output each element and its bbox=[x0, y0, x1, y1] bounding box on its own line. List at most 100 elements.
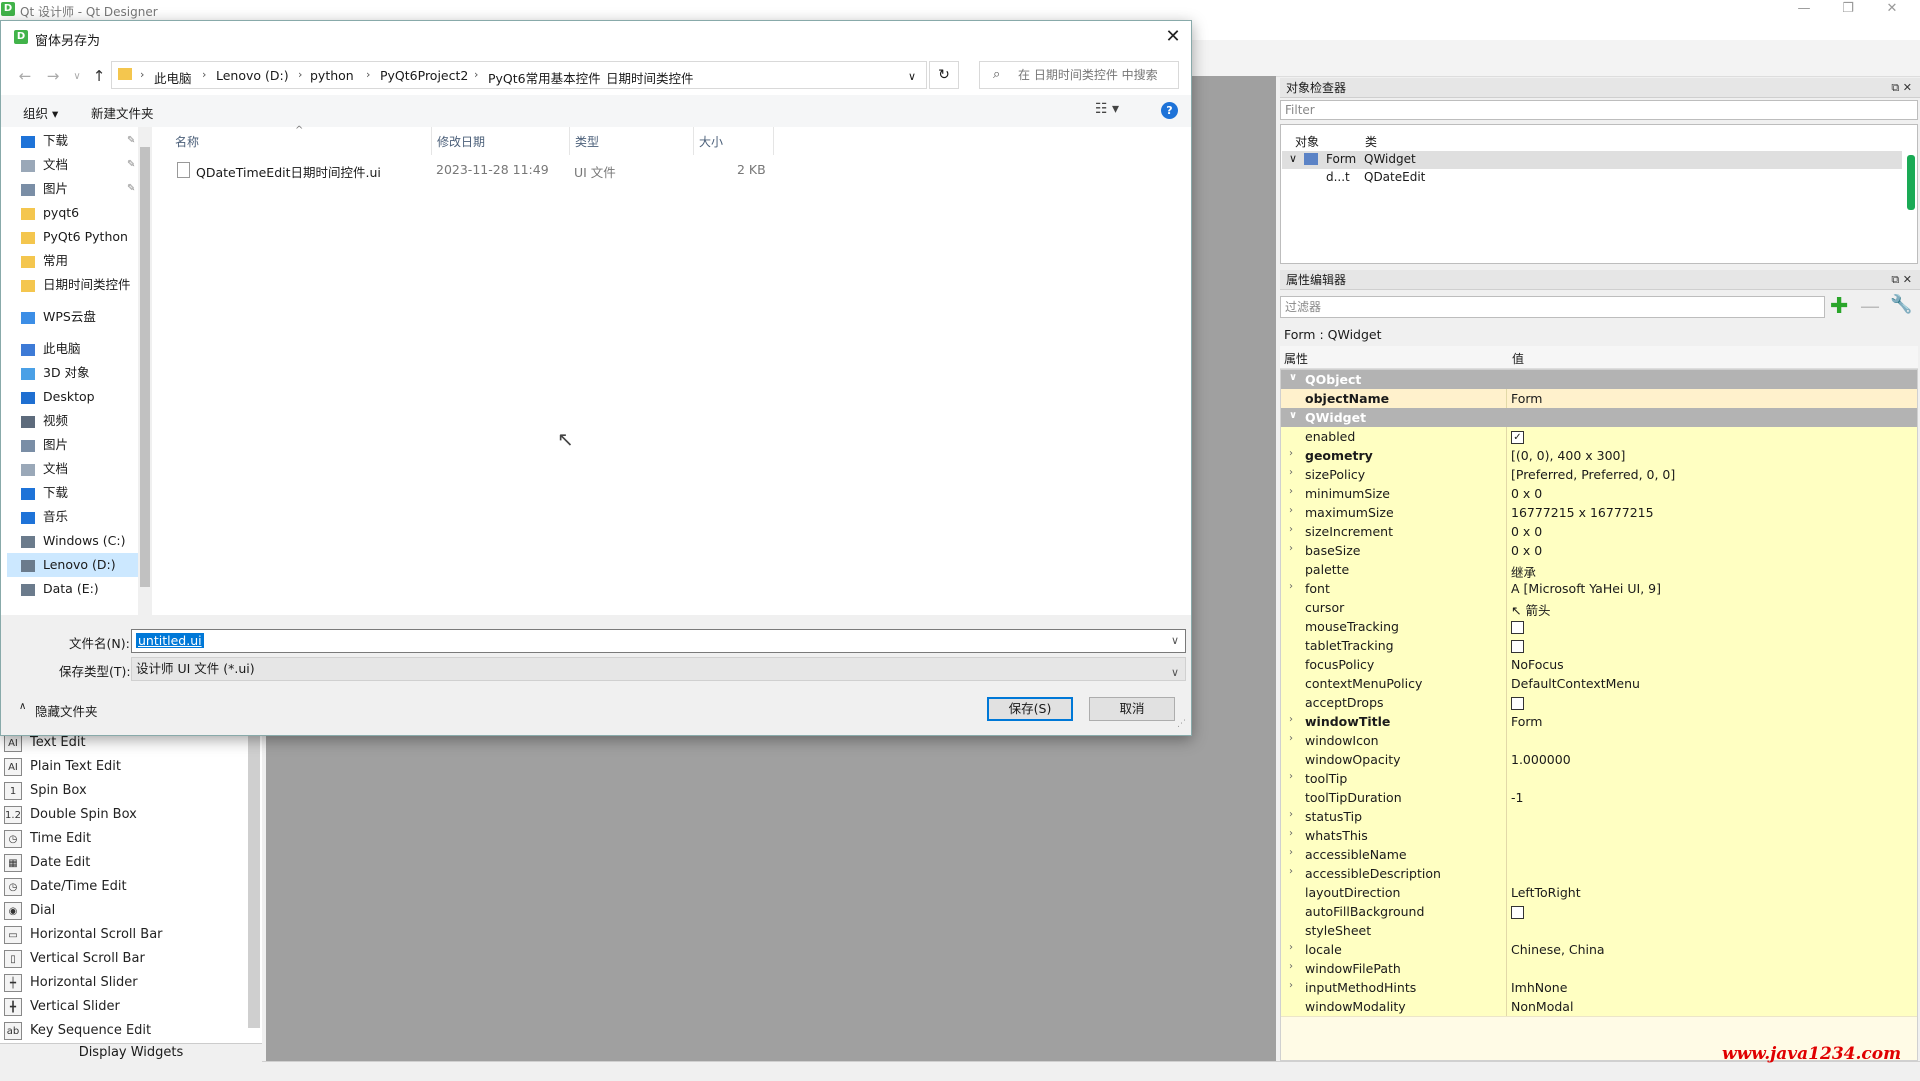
expand-chevron-icon[interactable]: › bbox=[1289, 733, 1293, 744]
widget-box-item[interactable]: ◷ Date/Time Edit bbox=[4, 875, 244, 899]
property-value[interactable]: A [Microsoft YaHei UI, 9] bbox=[1511, 581, 1661, 596]
property-value[interactable] bbox=[1511, 619, 1524, 634]
property-value[interactable]: [Preferred, Preferred, 0, 0] bbox=[1511, 467, 1675, 482]
remove-property-icon[interactable]: — bbox=[1860, 294, 1880, 318]
property-value[interactable]: 0 x 0 bbox=[1511, 486, 1542, 501]
nav-item[interactable]: Windows (C:) bbox=[21, 529, 125, 553]
chevron-down-icon[interactable]: ∨ bbox=[908, 70, 916, 83]
property-value[interactable]: Form bbox=[1511, 714, 1543, 729]
property-section[interactable]: ∨ QObject bbox=[1281, 370, 1917, 390]
nav-item[interactable]: 下载 ✎ bbox=[21, 129, 135, 153]
property-row[interactable]: › locale Chinese, China bbox=[1281, 940, 1917, 960]
expand-chevron-icon[interactable]: › bbox=[1289, 866, 1293, 877]
dock-float-close-icon[interactable]: ⧉ ✕ bbox=[1891, 270, 1912, 290]
property-row[interactable]: › windowTitle Form bbox=[1281, 712, 1917, 732]
property-row[interactable]: toolTipDuration -1 bbox=[1281, 788, 1917, 808]
property-value[interactable]: -1 bbox=[1511, 790, 1523, 805]
close-window-button[interactable]: ✕ bbox=[1870, 0, 1914, 20]
widget-box-item[interactable]: ▭ Horizontal Scroll Bar bbox=[4, 923, 244, 947]
expand-chevron-icon[interactable]: › bbox=[1289, 467, 1293, 478]
property-row[interactable]: mouseTracking bbox=[1281, 617, 1917, 637]
nav-item[interactable]: Data (E:) bbox=[21, 577, 99, 601]
navigation-pane-scroll-thumb[interactable] bbox=[140, 147, 150, 587]
object-tree-scrollbar[interactable] bbox=[1907, 155, 1915, 210]
property-row[interactable]: › accessibleDescription bbox=[1281, 864, 1917, 884]
property-value[interactable]: Chinese, China bbox=[1511, 942, 1605, 957]
expand-chevron-icon[interactable]: › bbox=[1289, 771, 1293, 782]
breadcrumb-lenovo-d[interactable]: Lenovo (D:) bbox=[216, 68, 289, 83]
property-row[interactable]: tabletTracking bbox=[1281, 636, 1917, 656]
filetype-select[interactable]: 设计师 UI 文件 (*.ui) ∨ bbox=[131, 657, 1186, 681]
property-row[interactable]: contextMenuPolicy DefaultContextMenu bbox=[1281, 674, 1917, 694]
expand-chevron-icon[interactable]: › bbox=[1289, 448, 1293, 459]
view-options-icon[interactable]: ☷ ▾ bbox=[1095, 101, 1119, 117]
forward-arrow-icon[interactable]: → bbox=[43, 67, 63, 85]
breadcrumb-pyqt6project2[interactable]: PyQt6Project2 bbox=[380, 68, 468, 83]
property-row[interactable]: › statusTip bbox=[1281, 807, 1917, 827]
nav-item[interactable]: pyqt6 bbox=[21, 201, 79, 225]
breadcrumb-separator-icon[interactable]: › bbox=[202, 68, 206, 81]
nav-item[interactable]: PyQt6 Python bbox=[21, 225, 128, 249]
property-value[interactable]: [(0, 0), 400 x 300] bbox=[1511, 448, 1625, 463]
expand-chevron-icon[interactable]: › bbox=[1289, 828, 1293, 839]
maximize-button[interactable]: ❐ bbox=[1826, 0, 1870, 20]
property-row[interactable]: › toolTip bbox=[1281, 769, 1917, 789]
property-row[interactable]: › maximumSize 16777215 x 16777215 bbox=[1281, 503, 1917, 523]
address-bar[interactable]: › 此电脑 › Lenovo (D:) › python › PyQt6Proj… bbox=[111, 61, 927, 89]
expand-chevron-icon[interactable]: › bbox=[1289, 961, 1293, 972]
expand-chevron-icon[interactable]: › bbox=[1289, 581, 1293, 592]
file-row[interactable]: QDateTimeEdit日期时间控件.ui 2023-11-28 11:49 … bbox=[157, 159, 777, 181]
breadcrumb-pyqt6-basic-widgets[interactable]: PyQt6常用基本控件 bbox=[488, 68, 601, 87]
widget-box-item[interactable]: ◷ Time Edit bbox=[4, 827, 244, 851]
save-button[interactable]: 保存(S) bbox=[987, 697, 1073, 721]
property-row[interactable]: objectName Form bbox=[1281, 389, 1917, 409]
breadcrumb-separator-icon[interactable]: › bbox=[366, 68, 370, 81]
widget-box-item[interactable]: ▦ Date Edit bbox=[4, 851, 244, 875]
property-row[interactable]: › windowIcon bbox=[1281, 731, 1917, 751]
hide-folders-toggle[interactable]: 隐藏文件夹 bbox=[35, 701, 98, 720]
property-value[interactable]: ImhNone bbox=[1511, 980, 1567, 995]
property-value[interactable]: 1.000000 bbox=[1511, 752, 1571, 767]
property-row[interactable]: › sizeIncrement 0 x 0 bbox=[1281, 522, 1917, 542]
nav-item[interactable]: Lenovo (D:) bbox=[7, 553, 151, 577]
property-row[interactable]: styleSheet bbox=[1281, 921, 1917, 941]
property-value[interactable] bbox=[1511, 695, 1524, 710]
widget-box-scrollbar[interactable] bbox=[248, 728, 260, 1028]
property-value[interactable]: NonModal bbox=[1511, 999, 1573, 1014]
checkbox[interactable] bbox=[1511, 621, 1524, 634]
property-value[interactable]: NoFocus bbox=[1511, 657, 1564, 672]
resize-grip-icon[interactable]: ⋰ bbox=[1177, 719, 1186, 729]
nav-item[interactable]: 图片 bbox=[21, 433, 68, 457]
property-value[interactable]: ✓ bbox=[1511, 429, 1524, 444]
expand-chevron-icon[interactable]: › bbox=[1289, 847, 1293, 858]
expand-chevron-icon[interactable]: › bbox=[1289, 486, 1293, 497]
filename-input[interactable]: untitled.ui ∨ bbox=[131, 629, 1186, 653]
expand-chevron-icon[interactable]: › bbox=[1289, 942, 1293, 953]
help-button[interactable]: ? bbox=[1161, 102, 1178, 119]
property-row[interactable]: › minimumSize 0 x 0 bbox=[1281, 484, 1917, 504]
breadcrumb-separator-icon[interactable]: › bbox=[474, 68, 478, 81]
property-value[interactable] bbox=[1511, 904, 1524, 919]
minimize-button[interactable]: — bbox=[1782, 0, 1826, 20]
property-row[interactable]: enabled ✓ bbox=[1281, 427, 1917, 447]
add-dynamic-property-icon[interactable]: ✚ bbox=[1830, 294, 1848, 319]
collapse-chevron-icon[interactable]: ∨ bbox=[1289, 152, 1297, 165]
column-divider[interactable] bbox=[569, 127, 570, 155]
back-arrow-icon[interactable]: ← bbox=[15, 67, 35, 85]
nav-item[interactable]: 文档 bbox=[21, 457, 68, 481]
pin-icon[interactable]: ✎ bbox=[127, 129, 135, 153]
column-divider[interactable] bbox=[773, 127, 774, 155]
nav-item[interactable]: 视频 bbox=[21, 409, 68, 433]
nav-item[interactable]: Desktop bbox=[21, 385, 95, 409]
nav-item[interactable]: 下载 bbox=[21, 481, 68, 505]
nav-item[interactable]: 常用 bbox=[21, 249, 68, 273]
property-row[interactable]: cursor ↖ 箭头 bbox=[1281, 598, 1917, 618]
collapse-chevron-icon[interactable]: ∨ bbox=[1289, 372, 1297, 383]
nav-item[interactable]: 文档 ✎ bbox=[21, 153, 135, 177]
nav-item[interactable]: WPS云盘 bbox=[21, 305, 96, 329]
dock-float-close-icon[interactable]: ⧉ ✕ bbox=[1891, 78, 1912, 98]
property-row[interactable]: windowOpacity 1.000000 bbox=[1281, 750, 1917, 770]
property-value[interactable]: DefaultContextMenu bbox=[1511, 676, 1640, 691]
chevron-up-icon[interactable]: ∧ bbox=[19, 701, 26, 712]
nav-item[interactable]: 日期时间类控件 bbox=[21, 273, 131, 297]
